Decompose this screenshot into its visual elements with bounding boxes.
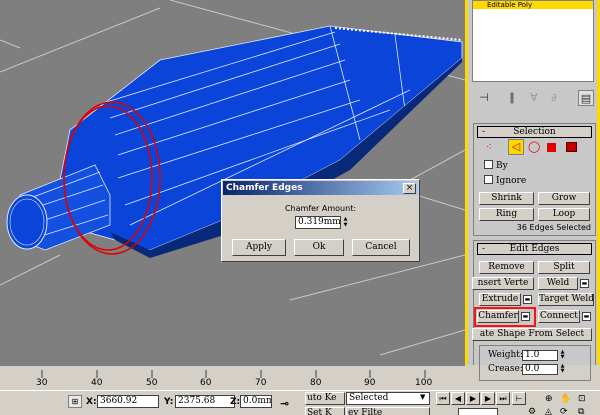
next-frame-icon[interactable]: ▶ (481, 392, 495, 405)
create-shape-button[interactable]: ate Shape From Select (472, 328, 592, 341)
split-button[interactable]: Split (538, 261, 590, 274)
time-config-icon[interactable]: ⚙ (528, 407, 536, 415)
element-mode-icon[interactable] (566, 142, 577, 152)
polygon-mode-icon[interactable] (547, 143, 556, 152)
y-label: Y: (164, 397, 174, 407)
grow-button[interactable]: Grow (538, 192, 590, 205)
ring-button[interactable]: Ring (479, 208, 534, 221)
auto-key-button[interactable]: uto Ke (305, 392, 345, 405)
timeline-tick-label: 70 (255, 378, 267, 388)
weld-button[interactable]: Weld (538, 277, 578, 290)
x-label: X: (86, 397, 97, 407)
ok-button[interactable]: Ok (294, 239, 344, 256)
by-vertex-checkbox[interactable]: By (484, 160, 508, 171)
selection-rollout-title: Selection (513, 127, 556, 137)
weld-settings-icon[interactable]: ▬ (580, 279, 589, 288)
extrude-button[interactable]: Extrude (479, 293, 521, 306)
edge-mode-icon[interactable]: ◁ (508, 139, 524, 155)
zoom-extents-icon[interactable]: ⊡ (578, 394, 586, 404)
chamfer-button[interactable]: Chamfer (477, 310, 519, 323)
chamfer-amount-field[interactable]: 0.319mm (295, 216, 341, 229)
configure-sets-icon[interactable]: ▤ (578, 90, 594, 106)
pan-icon[interactable]: ✋ (560, 394, 571, 404)
y-coordinate-field[interactable]: 2375.68 (175, 395, 235, 408)
chamfer-amount-spinner-icon[interactable]: ▲ ▼ (342, 216, 349, 229)
insert-vertex-button[interactable]: nsert Verte (472, 277, 534, 290)
timeline-tick-label: 60 (200, 378, 212, 388)
timeline-track-bar[interactable]: 30 40 50 60 70 80 90 100 (0, 365, 465, 390)
key-filters-button[interactable]: ey Filte (346, 407, 430, 415)
connect-button[interactable]: Connect (538, 310, 580, 323)
chamfer-edges-dialog: Chamfer Edges × Chamfer Amount: 0.319mm … (221, 179, 420, 262)
modifier-stack-list[interactable]: Editable Poly (472, 0, 594, 82)
border-mode-icon[interactable]: ◯ (528, 140, 540, 153)
key-selection-dropdown[interactable]: Selected (346, 392, 430, 405)
remove-modifier-icon[interactable]: ∂ (546, 90, 562, 106)
modifier-stack-toolbar: ⊣ ∥ ∀ ∂ ▤ (474, 90, 594, 106)
weight-label: Weight: (488, 350, 523, 360)
selection-rollout: - Selection ⁖ ◁ ◯ By Ignore Shrink Grow … (473, 123, 596, 236)
edit-edges-rollout: - Edit Edges Remove Split nsert Verte We… (472, 240, 596, 381)
apply-button[interactable]: Apply (232, 239, 286, 256)
weight-spinner-icon[interactable]: ▲ ▼ (559, 350, 566, 361)
modifier-stack-item[interactable]: Editable Poly (473, 1, 593, 9)
selection-rollout-header[interactable]: - Selection (477, 126, 592, 138)
target-weld-button[interactable]: Target Weld (538, 293, 594, 306)
orbit-icon[interactable]: ⟳ (560, 407, 568, 415)
key-mode-icon[interactable]: ⊢ (512, 392, 526, 405)
absolute-mode-icon[interactable]: ⊞ (68, 395, 82, 408)
key-icon[interactable]: ⊸ (280, 397, 289, 410)
timeline-tick-label: 80 (310, 378, 322, 388)
z-label: Z: (230, 397, 241, 407)
collapse-icon: - (482, 127, 486, 137)
command-panel: Editable Poly ⊣ ∥ ∀ ∂ ▤ - Selection ⁖ ◁ … (465, 0, 600, 381)
extrude-settings-icon[interactable]: ▬ (523, 295, 532, 304)
go-to-start-icon[interactable]: ⏮ (436, 392, 450, 405)
dialog-title[interactable]: Chamfer Edges (223, 181, 418, 195)
x-coordinate-field[interactable]: 3660.92 (97, 395, 159, 408)
connect-settings-icon[interactable]: ▬ (582, 312, 591, 321)
shrink-button[interactable]: Shrink (479, 192, 534, 205)
status-bar: ⊞ X: 3660.92 Y: 2375.68 Z: 0.0mm ⊸ uto K… (0, 390, 600, 415)
chamfer-settings-icon[interactable]: ▬ (521, 312, 530, 321)
crease-field[interactable]: 0.0 (522, 364, 558, 375)
collapse-icon: - (482, 244, 486, 254)
remove-button[interactable]: Remove (479, 261, 534, 274)
timeline-tick-label: 90 (364, 378, 376, 388)
crease-spinner-icon[interactable]: ▲ ▼ (559, 364, 566, 375)
edit-edges-rollout-title: Edit Edges (509, 244, 560, 254)
ignore-backfacing-checkbox[interactable]: Ignore (484, 175, 526, 186)
maximize-viewport-icon[interactable]: ⧉ (578, 407, 584, 415)
ignore-backfacing-label: Ignore (496, 176, 527, 186)
pin-stack-icon[interactable]: ⊣ (476, 90, 492, 106)
crease-label: Crease: (488, 364, 523, 374)
cancel-button[interactable]: Cancel (352, 239, 410, 256)
make-unique-icon[interactable]: ∀ (526, 90, 542, 106)
loop-button[interactable]: Loop (538, 208, 590, 221)
vertex-mode-icon[interactable]: ⁖ (486, 142, 492, 153)
by-vertex-label: By (496, 161, 508, 171)
timeline-tick-label: 50 (146, 378, 158, 388)
edit-edges-rollout-header[interactable]: - Edit Edges (477, 243, 592, 255)
timeline-ticks (41, 370, 426, 378)
play-icon[interactable]: ▶ (466, 392, 480, 405)
current-frame-field[interactable] (458, 408, 498, 415)
timeline-tick-label: 40 (91, 378, 103, 388)
zoom-icon[interactable]: ⊕ (545, 394, 553, 404)
chamfer-amount-label: Chamfer Amount: (284, 204, 357, 213)
show-end-result-icon[interactable]: ∥ (504, 90, 520, 106)
weight-field[interactable]: 1.0 (522, 350, 558, 361)
field-of-view-icon[interactable]: ◬ (545, 407, 552, 415)
timeline-tick-label: 30 (36, 378, 48, 388)
go-to-end-icon[interactable]: ⏭ (496, 392, 510, 405)
timeline-tick-label: 100 (415, 378, 433, 388)
previous-frame-icon[interactable]: ◀ (451, 392, 465, 405)
chevron-down-icon[interactable]: ▼ (420, 393, 425, 401)
z-coordinate-field[interactable]: 0.0mm (240, 395, 272, 408)
close-icon[interactable]: × (403, 183, 416, 194)
mesh-end-cap[interactable] (6, 194, 48, 250)
set-key-button[interactable]: Set K (305, 407, 345, 415)
selection-status: 36 Edges Selected (516, 223, 591, 232)
